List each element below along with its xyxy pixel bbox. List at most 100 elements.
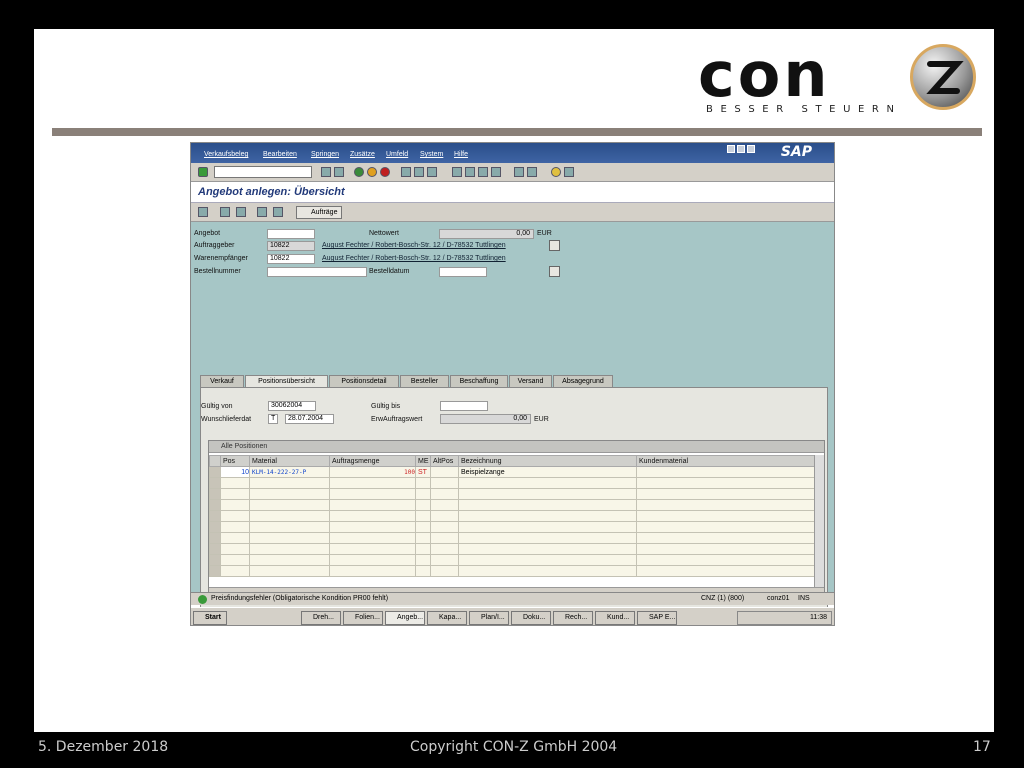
items-table: Pos Material Auftragsmenge ME AltPos Bez…: [209, 455, 817, 577]
back-arrow-icon[interactable]: [321, 167, 331, 177]
layout-menu-icon[interactable]: [564, 167, 574, 177]
table-row[interactable]: [209, 499, 817, 511]
find-next-icon[interactable]: [427, 167, 437, 177]
partner-icon[interactable]: [236, 207, 246, 217]
table-row[interactable]: [209, 532, 817, 544]
document-icon[interactable]: [220, 207, 230, 217]
status-message[interactable]: Preisfindungsfehler (Obligatorische Kond…: [211, 593, 388, 605]
tab-verkauf[interactable]: Verkauf: [200, 375, 244, 387]
cell-material[interactable]: KLM-14-222-27-P: [249, 466, 330, 478]
tab-positionsdetail[interactable]: Positionsdetail: [329, 375, 399, 387]
tab-versand[interactable]: Versand: [509, 375, 552, 387]
taskbar-item-plan[interactable]: Plan/I...: [469, 611, 509, 625]
menu-hilfe[interactable]: Hilfe: [454, 151, 468, 158]
menu-system[interactable]: System: [420, 151, 443, 158]
cell-auftragsmenge[interactable]: 100: [329, 466, 416, 478]
cell-bezeichnung[interactable]: Beispielzange: [458, 466, 637, 478]
table-row[interactable]: [209, 510, 817, 522]
table-row[interactable]: 10 KLM-14-222-27-P 100 ST Beispielzange: [209, 466, 817, 478]
taskbar-item-sap[interactable]: SAP E...: [637, 611, 677, 625]
tab-absagegrund[interactable]: Absagegrund: [553, 375, 613, 387]
row-selector[interactable]: [209, 466, 221, 478]
menu-umfeld[interactable]: Umfeld: [386, 151, 408, 158]
bestellnummer-field[interactable]: [267, 267, 367, 277]
enter-icon[interactable]: [198, 167, 208, 177]
exit-icon[interactable]: [367, 167, 377, 177]
tab-besteller[interactable]: Besteller: [400, 375, 449, 387]
first-page-icon[interactable]: [452, 167, 462, 177]
minimize-icon[interactable]: [727, 145, 735, 153]
col-kundenmaterial[interactable]: Kundenmaterial: [636, 455, 817, 467]
taskbar-item-kund[interactable]: Kund...: [595, 611, 635, 625]
tab-beschaffung[interactable]: Beschaffung: [450, 375, 508, 387]
cell-me[interactable]: ST: [415, 466, 431, 478]
taskbar-item-kapa[interactable]: Kapa...: [427, 611, 467, 625]
taskbar-item-rech[interactable]: Rech...: [553, 611, 593, 625]
warenempfaenger-field[interactable]: 10822: [267, 254, 315, 264]
status-bar: Preisfindungsfehler (Obligatorische Kond…: [191, 592, 834, 605]
cancel-icon[interactable]: [380, 167, 390, 177]
taskbar-item-dreh[interactable]: Dreh...: [301, 611, 341, 625]
maximize-icon[interactable]: [737, 145, 745, 153]
col-bezeichnung[interactable]: Bezeichnung: [458, 455, 637, 467]
system-info[interactable]: CNZ (1) (800): [701, 593, 744, 605]
menu-bearbeiten[interactable]: Bearbeiten: [263, 151, 297, 158]
menu-zusaetze[interactable]: Zusätze: [350, 151, 375, 158]
success-icon: [198, 595, 207, 604]
cell-pos[interactable]: 10: [220, 466, 250, 478]
col-material[interactable]: Material: [249, 455, 330, 467]
angebot-field[interactable]: [267, 229, 315, 239]
new-session-icon[interactable]: [514, 167, 524, 177]
back-icon[interactable]: [354, 167, 364, 177]
sap-window: Verkaufsbeleg Bearbeiten Springen Zusätz…: [190, 142, 835, 626]
user-info: conz01: [767, 595, 790, 602]
cell-altpos[interactable]: [430, 466, 459, 478]
previous-page-icon[interactable]: [465, 167, 475, 177]
save-icon[interactable]: [334, 167, 344, 177]
taskbar-item-angebot[interactable]: Angeb...: [385, 611, 425, 625]
wunschlieferdatum-field[interactable]: 28.07.2004: [285, 414, 334, 424]
table-row[interactable]: [209, 543, 817, 555]
table-row[interactable]: [209, 521, 817, 533]
col-pos[interactable]: Pos: [220, 455, 250, 467]
cell-kundenmaterial[interactable]: [636, 466, 817, 478]
gueltig-von-field[interactable]: 30062004: [268, 401, 316, 411]
vertical-scrollbar[interactable]: [814, 455, 824, 587]
next-page-icon[interactable]: [478, 167, 488, 177]
auftraggeber-address-link[interactable]: August Fechter / Robert-Bosch-Str. 12 / …: [322, 242, 506, 249]
shortcut-icon[interactable]: [527, 167, 537, 177]
auftraggeber-field[interactable]: 10822: [267, 241, 315, 251]
auftraege-button[interactable]: Aufträge: [296, 206, 343, 219]
table-row[interactable]: [209, 477, 817, 489]
table-row[interactable]: [209, 565, 817, 577]
last-page-icon[interactable]: [491, 167, 501, 177]
col-altpos[interactable]: AltPos: [430, 455, 459, 467]
close-icon[interactable]: [747, 145, 755, 153]
gueltig-bis-field[interactable]: [440, 401, 488, 411]
row-selector-header: [209, 455, 221, 467]
bestelldatum-field[interactable]: [439, 267, 487, 277]
logo-wordmark: con: [698, 38, 831, 111]
warenempfaenger-address-link[interactable]: August Fechter / Robert-Bosch-Str. 12 / …: [322, 255, 506, 262]
header-details-icon[interactable]: [198, 207, 208, 217]
menu-verkaufsbeleg[interactable]: Verkaufsbeleg: [204, 151, 248, 158]
col-me[interactable]: ME: [415, 455, 431, 467]
print-icon[interactable]: [401, 167, 411, 177]
command-field[interactable]: [214, 166, 312, 178]
taskbar-item-doku[interactable]: Doku...: [511, 611, 551, 625]
start-button[interactable]: Start: [193, 611, 227, 625]
angebot-label: Angebot: [194, 230, 221, 237]
document-flow-icon[interactable]: [549, 240, 560, 251]
menu-bar: Verkaufsbeleg Bearbeiten Springen Zusätz…: [191, 143, 834, 163]
menu-springen[interactable]: Springen: [311, 151, 339, 158]
col-auftragsmenge[interactable]: Auftragsmenge: [329, 455, 416, 467]
availability-icon[interactable]: [257, 207, 267, 217]
help-icon[interactable]: [551, 167, 561, 177]
display-document-icon[interactable]: [549, 266, 560, 277]
wunschlieferdatum-type-field[interactable]: T: [268, 414, 278, 424]
table-row[interactable]: [209, 554, 817, 566]
pricing-icon[interactable]: [273, 207, 283, 217]
table-row[interactable]: [209, 488, 817, 500]
find-icon[interactable]: [414, 167, 424, 177]
taskbar-item-folien[interactable]: Folien...: [343, 611, 383, 625]
